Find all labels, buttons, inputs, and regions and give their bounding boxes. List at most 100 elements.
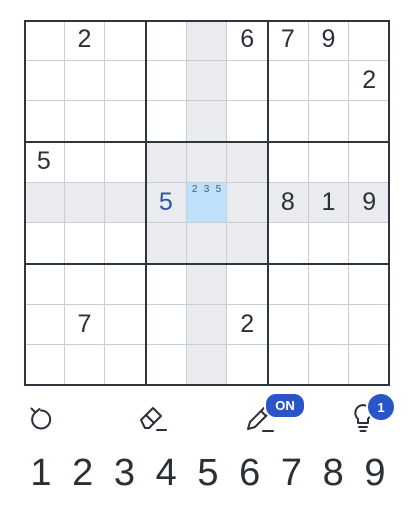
undo-button[interactable] <box>21 398 61 438</box>
cell-r6-c3[interactable] <box>105 223 146 264</box>
cell-r4-c7[interactable] <box>268 142 309 183</box>
number-button-6[interactable]: 6 <box>231 450 269 496</box>
cell-r6-c7[interactable] <box>268 223 309 264</box>
cell-r3-c6[interactable] <box>227 101 268 142</box>
number-button-8[interactable]: 8 <box>314 450 352 496</box>
cell-r1-c3[interactable] <box>105 20 146 61</box>
cell-r4-c5[interactable] <box>186 142 228 183</box>
cell-r7-c1[interactable] <box>24 264 65 305</box>
cell-r7-c6[interactable] <box>227 264 268 305</box>
cell-r3-c3[interactable] <box>105 101 146 142</box>
cell-r5-c2[interactable] <box>64 182 106 224</box>
cell-r8-c3[interactable] <box>105 304 146 346</box>
note-digit: 5 <box>215 183 222 195</box>
number-button-3[interactable]: 3 <box>106 450 144 496</box>
cell-r1-c5[interactable] <box>186 20 228 61</box>
cell-r6-c9[interactable] <box>349 223 390 264</box>
cell-r8-c6[interactable]: 2 <box>227 304 268 346</box>
cell-r7-c9[interactable] <box>349 264 390 305</box>
cell-r1-c2[interactable]: 2 <box>64 20 106 61</box>
cell-r1-c7[interactable]: 7 <box>268 20 309 61</box>
erase-button[interactable] <box>132 398 172 438</box>
number-button-2[interactable]: 2 <box>64 450 102 496</box>
cell-r6-c4[interactable] <box>146 223 187 264</box>
cell-r5-c5[interactable]: 235 <box>186 182 228 224</box>
cell-r2-c9[interactable]: 2 <box>349 60 390 102</box>
cell-r4-c1[interactable]: 5 <box>24 142 65 183</box>
cell-r6-c1[interactable] <box>24 223 65 264</box>
cell-r6-c2[interactable] <box>64 223 106 264</box>
cell-r9-c3[interactable] <box>105 345 146 386</box>
notes-status-badge: ON <box>264 392 306 419</box>
cell-r1-c8[interactable]: 9 <box>308 20 350 61</box>
pencil-notes: 235 <box>189 184 225 222</box>
cell-r1-c4[interactable] <box>146 20 187 61</box>
cell-r5-c6[interactable] <box>227 182 268 224</box>
cell-r8-c9[interactable] <box>349 304 390 346</box>
cell-r5-c3[interactable] <box>105 182 146 224</box>
cell-r6-c5[interactable] <box>186 223 228 264</box>
cell-r9-c1[interactable] <box>24 345 65 386</box>
cell-r3-c1[interactable] <box>24 101 65 142</box>
cell-r4-c3[interactable] <box>105 142 146 183</box>
cell-r3-c2[interactable] <box>64 101 106 142</box>
cell-r2-c5[interactable] <box>186 60 228 102</box>
cell-r4-c4[interactable] <box>146 142 187 183</box>
cell-r6-c8[interactable] <box>308 223 350 264</box>
note-digit: 3 <box>203 183 210 195</box>
number-button-1[interactable]: 1 <box>22 450 60 496</box>
number-pad: 123456789 <box>22 450 394 496</box>
cell-r2-c3[interactable] <box>105 60 146 102</box>
cell-r7-c7[interactable] <box>268 264 309 305</box>
cell-r2-c6[interactable] <box>227 60 268 102</box>
cell-r4-c6[interactable] <box>227 142 268 183</box>
cell-r1-c1[interactable] <box>24 20 65 61</box>
cell-r8-c8[interactable] <box>308 304 350 346</box>
cell-r5-c4[interactable]: 5 <box>146 182 187 224</box>
cell-r2-c8[interactable] <box>308 60 350 102</box>
cell-r8-c2[interactable]: 7 <box>64 304 106 346</box>
cell-r8-c1[interactable] <box>24 304 65 346</box>
cell-r4-c9[interactable] <box>349 142 390 183</box>
cell-r5-c7[interactable]: 8 <box>268 182 309 224</box>
cell-r8-c5[interactable] <box>186 304 228 346</box>
cell-r8-c7[interactable] <box>268 304 309 346</box>
cell-r9-c6[interactable] <box>227 345 268 386</box>
cell-r4-c8[interactable] <box>308 142 350 183</box>
cell-r7-c4[interactable] <box>146 264 187 305</box>
cell-r9-c4[interactable] <box>146 345 187 386</box>
cell-r9-c9[interactable] <box>349 345 390 386</box>
cell-r5-c9[interactable]: 9 <box>349 182 390 224</box>
cell-r3-c9[interactable] <box>349 101 390 142</box>
note-digit: 2 <box>191 183 198 195</box>
cell-r4-c2[interactable] <box>64 142 106 183</box>
cell-r9-c8[interactable] <box>308 345 350 386</box>
cell-r3-c8[interactable] <box>308 101 350 142</box>
number-button-5[interactable]: 5 <box>189 450 227 496</box>
cell-r2-c4[interactable] <box>146 60 187 102</box>
cell-r9-c2[interactable] <box>64 345 106 386</box>
number-button-4[interactable]: 4 <box>147 450 185 496</box>
cell-r6-c6[interactable] <box>227 223 268 264</box>
number-button-9[interactable]: 9 <box>356 450 394 496</box>
cell-r1-c6[interactable]: 6 <box>227 20 268 61</box>
number-button-7[interactable]: 7 <box>273 450 311 496</box>
cell-r3-c4[interactable] <box>146 101 187 142</box>
cell-r3-c7[interactable] <box>268 101 309 142</box>
cell-r7-c2[interactable] <box>64 264 106 305</box>
cell-r5-c8[interactable]: 1 <box>308 182 350 224</box>
hint-count-badge: 1 <box>366 392 396 422</box>
cell-r3-c5[interactable] <box>186 101 228 142</box>
cell-r1-c9[interactable] <box>349 20 390 61</box>
cell-r2-c7[interactable] <box>268 60 309 102</box>
cell-r8-c4[interactable] <box>146 304 187 346</box>
cell-r7-c8[interactable] <box>308 264 350 305</box>
cell-r7-c5[interactable] <box>186 264 228 305</box>
cell-r2-c1[interactable] <box>24 60 65 102</box>
cell-r9-c5[interactable] <box>186 345 228 386</box>
cell-r2-c2[interactable] <box>64 60 106 102</box>
cell-r7-c3[interactable] <box>105 264 146 305</box>
cell-r5-c1[interactable] <box>24 182 65 224</box>
cell-r9-c7[interactable] <box>268 345 309 386</box>
sudoku-board: 267925523581972 <box>24 20 390 386</box>
